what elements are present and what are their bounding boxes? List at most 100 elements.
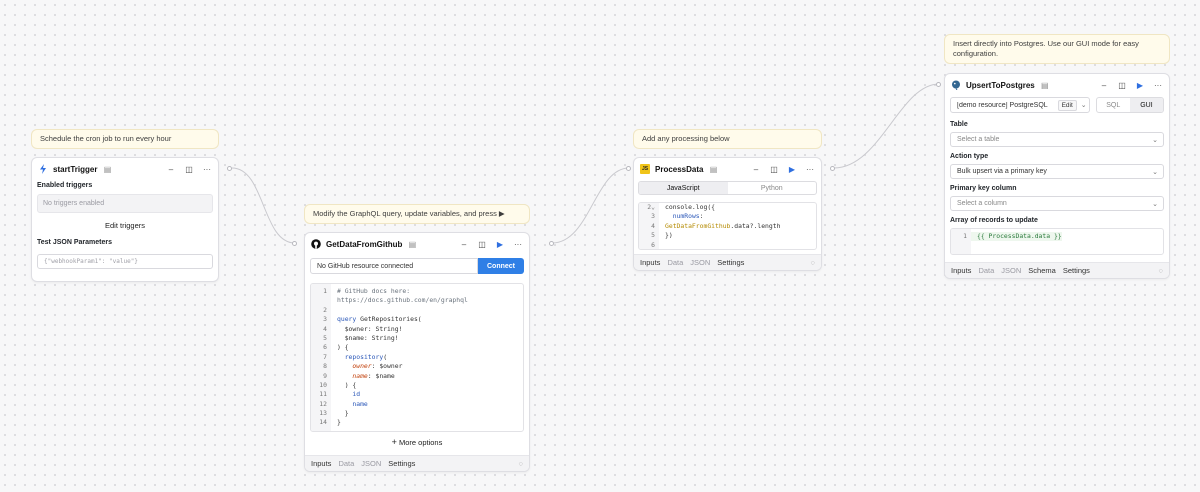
- code-line: 3 numRows:: [639, 212, 816, 221]
- notes-icon[interactable]: ▤: [1040, 80, 1050, 90]
- tab-json[interactable]: JSON: [1001, 266, 1021, 275]
- notes-icon[interactable]: ▤: [102, 164, 112, 174]
- minimize-icon[interactable]: –: [166, 164, 176, 174]
- language-toggle[interactable]: JavaScript Python: [638, 181, 817, 195]
- script-editor[interactable]: 2⌄ console.log({3 numRows: 4 GetDataFromGit…: [638, 202, 817, 250]
- line-content: name: [352, 399, 368, 408]
- mode-sql[interactable]: SQL: [1097, 98, 1130, 112]
- tab-inputs[interactable]: Inputs: [640, 258, 660, 267]
- note-start: Schedule the cron job to run every hour: [31, 129, 219, 149]
- github-node[interactable]: GetDataFromGithub ▤ – ◫ ▶ ··· No GitHub …: [304, 232, 530, 472]
- notes-icon[interactable]: ▤: [407, 239, 417, 249]
- process-in-port[interactable]: [626, 166, 631, 171]
- panel-icon[interactable]: ◫: [477, 239, 487, 249]
- postgres-resource-field[interactable]: [demo resource] PostgreSQL Edit ⌄: [950, 97, 1090, 113]
- run-icon[interactable]: ▶: [1135, 80, 1145, 90]
- more-icon[interactable]: ···: [805, 164, 815, 174]
- no-triggers-text: No triggers enabled: [43, 200, 105, 207]
- line-number: 4: [651, 221, 655, 230]
- github-resource-field[interactable]: No GitHub resource connected: [310, 258, 478, 274]
- postgres-node[interactable]: UpsertToPostgres ▤ – ◫ ▶ ··· [demo resou…: [944, 73, 1170, 279]
- more-options-button[interactable]: + More options: [310, 437, 524, 447]
- tab-data[interactable]: Data: [338, 459, 354, 468]
- tab-settings[interactable]: Settings: [388, 459, 415, 468]
- connect-button[interactable]: Connect: [478, 258, 524, 274]
- tab-python[interactable]: Python: [728, 182, 817, 194]
- status-icon: ◌: [1158, 266, 1163, 275]
- minimize-icon[interactable]: –: [1099, 80, 1109, 90]
- postgres-in-port[interactable]: [936, 82, 941, 87]
- code-line: 12 name: [311, 400, 523, 409]
- line-number: 5: [651, 231, 655, 240]
- tab-data[interactable]: Data: [978, 266, 994, 275]
- note-github: Modify the GraphQL query, update variabl…: [304, 204, 530, 224]
- edge-start-to-github: [231, 167, 296, 244]
- records-editor[interactable]: 1 {{ ProcessData.data }}: [950, 228, 1164, 255]
- line-number: 2: [323, 305, 327, 314]
- javascript-icon: JS: [640, 164, 650, 174]
- edit-triggers-button[interactable]: Edit triggers: [37, 221, 213, 230]
- code-line: 1 # GitHub docs here:: [311, 287, 523, 296]
- tab-json[interactable]: JSON: [690, 258, 710, 267]
- github-icon: [311, 239, 321, 249]
- code-line: 9 name: $name: [311, 372, 523, 381]
- code-line: 8 owner: $owner: [311, 362, 523, 371]
- start-trigger-node[interactable]: startTrigger ▤ – ◫ ··· Enabled triggers …: [31, 157, 219, 282]
- line-number: 3: [651, 212, 655, 221]
- start-trigger-out-port[interactable]: [227, 166, 232, 171]
- line-number: 10: [319, 380, 327, 389]
- json-params-input[interactable]: {"webhookParam1": "value"}: [37, 254, 213, 269]
- tab-inputs[interactable]: Inputs: [311, 459, 331, 468]
- graphql-editor[interactable]: 1 # GitHub docs here: https://docs.github.…: [310, 283, 524, 432]
- process-out-port[interactable]: [830, 166, 835, 171]
- more-icon[interactable]: ···: [1153, 80, 1163, 90]
- primary-key-select[interactable]: Select a column ⌄: [950, 196, 1164, 211]
- no-triggers-box: No triggers enabled: [37, 194, 213, 213]
- tab-schema[interactable]: Schema: [1028, 266, 1056, 275]
- code-line: 2⌄ console.log({: [639, 203, 816, 212]
- tab-settings[interactable]: Settings: [1063, 266, 1090, 275]
- panel-icon[interactable]: ◫: [1117, 80, 1127, 90]
- table-select[interactable]: Select a table ⌄: [950, 132, 1164, 147]
- github-in-port[interactable]: [292, 241, 297, 246]
- postgres-icon: [951, 80, 961, 90]
- chevron-down-icon: ⌄: [1152, 200, 1158, 208]
- status-icon: ◌: [810, 258, 815, 267]
- panel-icon[interactable]: ◫: [184, 164, 194, 174]
- line-content: # GitHub docs here:: [337, 287, 411, 295]
- tab-settings[interactable]: Settings: [717, 258, 744, 267]
- edge-github-to-process: [551, 167, 630, 244]
- chevron-down-icon: ⌄: [1152, 168, 1158, 176]
- edge-process-to-postgres: [833, 83, 940, 169]
- line-content: repository(: [344, 352, 388, 361]
- line-number: 12: [319, 399, 327, 408]
- records-label: Array of records to update: [950, 217, 1038, 224]
- panel-icon[interactable]: ◫: [769, 164, 779, 174]
- process-node[interactable]: JS ProcessData ▤ – ◫ ▶ ··· JavaScript Py…: [633, 157, 822, 271]
- tab-javascript[interactable]: JavaScript: [639, 182, 728, 194]
- line-content: name: $name: [352, 371, 395, 380]
- run-icon[interactable]: ▶: [495, 239, 505, 249]
- code-line: 11 id: [311, 390, 523, 399]
- more-icon[interactable]: ···: [202, 164, 212, 174]
- minimize-icon[interactable]: –: [459, 239, 469, 249]
- tab-data[interactable]: Data: [667, 258, 683, 267]
- mode-gui[interactable]: GUI: [1129, 98, 1163, 112]
- notes-icon[interactable]: ▤: [708, 164, 718, 174]
- action-type-select[interactable]: Bulk upsert via a primary key ⌄: [950, 164, 1164, 179]
- node-footer: Inputs Data JSON Schema Settings ◌: [945, 262, 1169, 278]
- line-content: $owner: String!: [337, 324, 403, 333]
- more-icon[interactable]: ···: [513, 239, 523, 249]
- tab-json[interactable]: JSON: [361, 459, 381, 468]
- edit-resource-button[interactable]: Edit: [1057, 99, 1077, 111]
- mode-toggle[interactable]: SQL GUI: [1095, 97, 1164, 113]
- line-number: 4: [323, 324, 327, 333]
- github-out-port[interactable]: [549, 241, 554, 246]
- tab-inputs[interactable]: Inputs: [951, 266, 971, 275]
- line-content: $name: String!: [337, 333, 399, 342]
- chevron-down-icon[interactable]: ⌄: [1081, 101, 1087, 109]
- run-icon[interactable]: ▶: [787, 164, 797, 174]
- minimize-icon[interactable]: –: [751, 164, 761, 174]
- code-line: 4 GetDataFromGithub.data?.length: [639, 222, 816, 231]
- line-content: id: [352, 390, 361, 399]
